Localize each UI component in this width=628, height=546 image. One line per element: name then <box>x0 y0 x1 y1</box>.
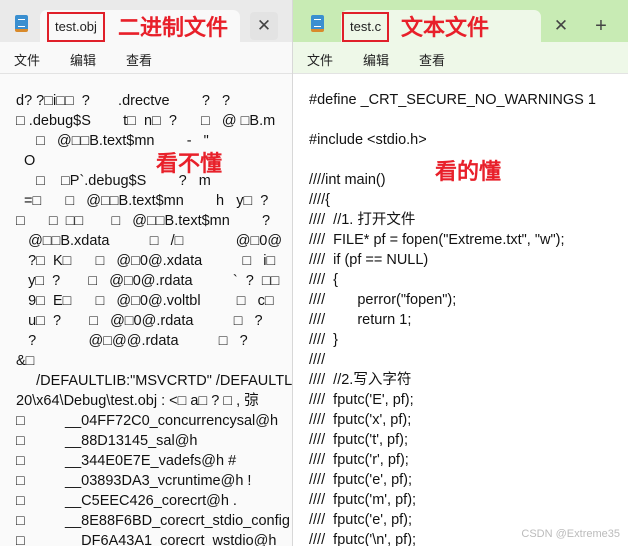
text-line: //// fputc('r', pf); <box>309 452 409 468</box>
text-editor[interactable]: d? ?□i□□ ? .drectve ? ? □ .debug$S t□ n□ … <box>0 74 292 546</box>
text-line: □ __88D13145_sal@h <box>16 433 198 449</box>
text-line: □ .debug$S t□ n□ ? □ @ □B.m <box>16 113 276 129</box>
text-line: ////int main() <box>309 172 386 188</box>
text-line: //// //1. 打开文件 <box>309 212 416 228</box>
notepad-icon <box>311 15 324 32</box>
annotation-readable: 看的懂 <box>435 159 502 184</box>
tab-bar: test.obj 二进制文件 ✕ <box>0 0 292 42</box>
text-line: =□ □ @□□B.text$mn h y□ ? <box>16 193 269 209</box>
text-line: //// } <box>309 332 339 348</box>
text-line: @□□B.xdata □ /□ @□0@ <box>16 233 283 249</box>
menu-bar: 文件 编辑 查看 <box>293 42 628 74</box>
text-line: □ __C5EEC426_corecrt@h . <box>16 493 237 509</box>
left-notepad-window: test.obj 二进制文件 ✕ 文件 编辑 查看 d? ?□i□□ ? .dr… <box>0 0 292 546</box>
notepad-icon <box>15 15 28 32</box>
tab-title[interactable]: test.c <box>342 12 390 42</box>
annotation-binary-file: 二进制文件 <box>118 15 229 40</box>
tab-title[interactable]: test.obj <box>47 12 105 42</box>
text-line: //// fputc('m', pf); <box>309 492 417 508</box>
text-line: //// fputc('t', pf); <box>309 432 409 448</box>
text-line: //// { <box>309 272 339 288</box>
text-line: //// <box>309 352 326 368</box>
text-line: //// fputc('e', pf); <box>309 512 413 528</box>
text-line: 9□ E□ □ @□0@.voltbl □ c□ <box>16 293 274 309</box>
text-line: //// FILE* pf = fopen("Extreme.txt", "w"… <box>309 232 565 248</box>
close-tab-icon[interactable]: ✕ <box>250 12 278 40</box>
menu-view[interactable]: 查看 <box>419 50 445 69</box>
text-line: □ __DF6A43A1_corecrt_wstdio@h <box>16 533 277 546</box>
text-line: 20\x64\Debug\test.obj : <□ a□ ? □ , 弶 <box>16 393 259 409</box>
menu-file[interactable]: 文件 <box>14 50 40 69</box>
text-line: //// fputc('e', pf); <box>309 472 413 488</box>
new-tab-button[interactable]: + <box>587 12 615 40</box>
text-line: d? ?□i□□ ? .drectve ? ? <box>16 93 231 109</box>
text-line: □ __344E0E7E_vadefs@h # <box>16 453 237 469</box>
text-line: //// fputc('E', pf); <box>309 392 414 408</box>
tab-bar: test.c 文本文件 ✕ + <box>293 0 628 42</box>
menu-view[interactable]: 查看 <box>126 50 152 69</box>
text-line: /DEFAULTLIB:"MSVCRTD" /DEFAULTLIB <box>16 373 292 389</box>
text-line: ?□ K□ □ @□0@.xdata □ i□ <box>16 253 276 269</box>
menu-bar: 文件 编辑 查看 <box>0 42 292 74</box>
text-line: //// perror("fopen"); <box>309 292 457 308</box>
menu-edit[interactable]: 编辑 <box>363 50 389 69</box>
text-line: &□ <box>16 353 35 369</box>
annotation-text-file: 文本文件 <box>401 15 490 40</box>
annotation-unreadable: 看不懂 <box>156 151 223 176</box>
menu-edit[interactable]: 编辑 <box>70 50 96 69</box>
text-line: ? @□@@.rdata □ ? <box>16 333 248 349</box>
text-line: ////{ <box>309 192 330 208</box>
text-line: y□ ? □ @□0@.rdata ` ? □□ <box>16 273 280 289</box>
text-editor[interactable]: #define _CRT_SECURE_NO_WARNINGS 1 #includ… <box>293 74 628 546</box>
text-line: □ __8E88F6BD_corecrt_stdio_config <box>16 513 290 529</box>
text-line: //// //2.写入字符 <box>309 372 412 388</box>
right-notepad-window: test.c 文本文件 ✕ + 文件 编辑 查看 #define _CRT_SE… <box>292 0 628 546</box>
watermark: CSDN @Extreme35 <box>521 528 620 540</box>
text-line: O <box>16 153 36 169</box>
text-line: □ □ □□ □ @□□B.text$mn ? <box>16 213 271 229</box>
text-line: □ __03893DA3_vcruntime@h ! <box>16 473 252 489</box>
close-tab-icon[interactable]: ✕ <box>547 12 575 40</box>
menu-file[interactable]: 文件 <box>307 50 333 69</box>
text-line: //// fputc('\n', pf); <box>309 532 417 546</box>
text-line: u□ ? □ @□0@.rdata □ ? <box>16 313 263 329</box>
text-line: //// return 1; <box>309 312 412 328</box>
text-line: #include <stdio.h> <box>309 132 427 148</box>
text-line: □ __04FF72C0_concurrencysal@h <box>16 413 279 429</box>
text-line: //// if (pf == NULL) <box>309 252 429 268</box>
text-line: //// fputc('x', pf); <box>309 412 412 428</box>
text-line: #define _CRT_SECURE_NO_WARNINGS 1 <box>309 92 596 108</box>
